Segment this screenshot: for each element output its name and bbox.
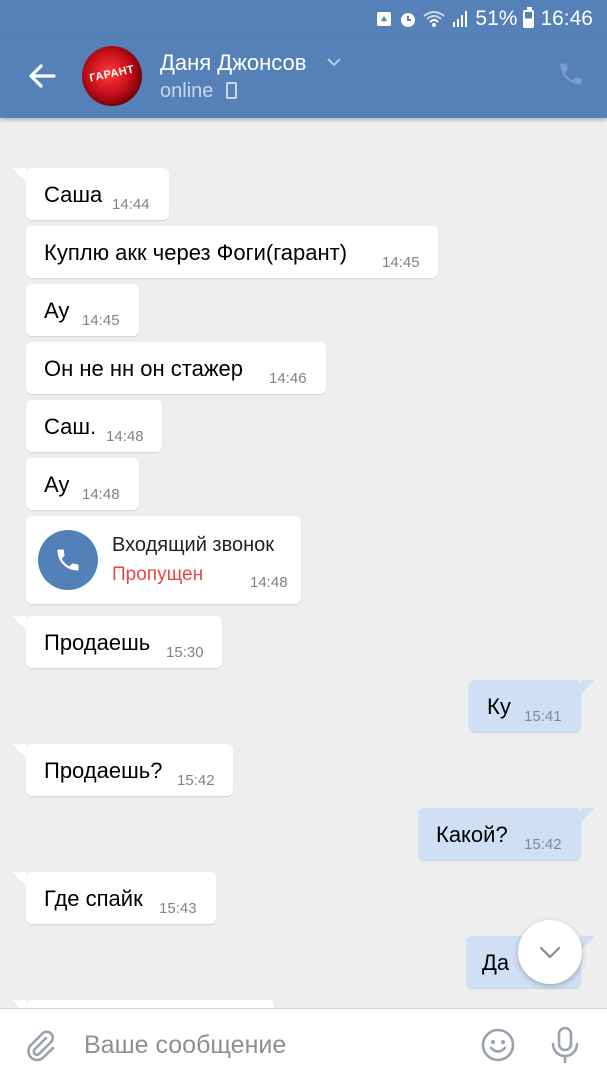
- message-time: 15:43: [159, 900, 197, 917]
- battery-percent: 51%: [475, 7, 518, 30]
- wifi-icon: [423, 11, 446, 27]
- message-bubble-incoming-partial[interactable]: [12, 1000, 274, 1008]
- arrow-left-icon[interactable]: [24, 58, 60, 94]
- message-text: Какой?: [436, 822, 508, 847]
- message-bubble-incoming[interactable]: Ау 14:45: [26, 284, 139, 336]
- message-bubble-outgoing[interactable]: Какой? 15:42: [418, 808, 595, 860]
- status-time: 16:46: [540, 7, 593, 30]
- message-text: Саш.: [44, 414, 97, 439]
- message-time: 15:42: [524, 836, 562, 853]
- avatar-logo-text: ГАРАНТ: [88, 63, 136, 85]
- message-text: Продаешь: [44, 630, 151, 655]
- paperclip-icon[interactable]: [22, 1027, 58, 1063]
- microphone-icon[interactable]: [548, 1025, 582, 1065]
- missed-call-bubble[interactable]: Входящий звонок Пропущен 14:48: [26, 516, 301, 604]
- message-time: 14:48: [82, 486, 120, 503]
- message-text: Ку: [487, 694, 511, 719]
- alarm-icon: [401, 13, 416, 27]
- message-bubble-incoming[interactable]: Где спайк 15:43: [12, 872, 216, 924]
- phone-icon: [57, 549, 79, 571]
- message-bubble-incoming[interactable]: Ау 14:48: [26, 458, 139, 510]
- recycle-icon: [377, 12, 392, 26]
- message-time: 15:42: [177, 772, 215, 789]
- call-status: Пропущен: [112, 564, 204, 585]
- phone-icon[interactable]: [557, 60, 585, 88]
- message-text: Да: [482, 950, 510, 975]
- message-input-bar: [0, 1008, 607, 1080]
- message-bubble-incoming[interactable]: Он не нн он стажер 14:46: [26, 342, 326, 394]
- message-bubble-incoming[interactable]: Куплю акк через Фоги(гарант) 14:45: [26, 226, 438, 278]
- message-text: Куплю акк через Фоги(гарант): [44, 240, 348, 265]
- chevron-down-icon[interactable]: [326, 56, 342, 68]
- message-bubble-incoming[interactable]: Саш. 14:48: [26, 400, 162, 452]
- avatar[interactable]: ГАРАНТ: [82, 46, 142, 106]
- contact-name[interactable]: Даня Джонсов: [160, 50, 306, 76]
- battery-icon: [523, 7, 535, 28]
- message-time: 14:48: [250, 574, 288, 591]
- message-text: Продаешь?: [44, 758, 163, 783]
- signal-icon: [453, 11, 468, 27]
- chevron-down-icon: [539, 946, 561, 959]
- message-time: 14:46: [269, 370, 307, 387]
- call-button[interactable]: [38, 530, 98, 590]
- message-time: 15:41: [524, 708, 562, 725]
- message-time: 15:30: [166, 644, 204, 661]
- mobile-online-icon: [226, 82, 237, 99]
- message-bubble-incoming[interactable]: Саша 14:44: [12, 168, 169, 220]
- message-list[interactable]: Саша 14:44 Куплю акк через Фоги(гарант) …: [0, 118, 607, 1008]
- message-bubble-outgoing[interactable]: Ку 15:41: [469, 680, 595, 732]
- status-bar: 51% 16:46: [0, 0, 607, 38]
- message-time: 14:45: [82, 312, 120, 329]
- message-text: Он не нн он стажер: [44, 356, 244, 381]
- emoji-icon[interactable]: [480, 1027, 516, 1063]
- message-bubble-incoming[interactable]: Продаешь 15:30: [12, 616, 222, 668]
- call-title: Входящий звонок: [112, 534, 275, 556]
- message-text: Ау: [44, 298, 70, 323]
- message-text: Саша: [44, 182, 103, 207]
- message-time: 14:44: [112, 196, 150, 213]
- message-bubble-incoming[interactable]: Продаешь? 15:42: [12, 744, 233, 796]
- message-input[interactable]: [84, 1025, 454, 1065]
- message-text: Где спайк: [44, 886, 143, 911]
- scroll-to-bottom-button[interactable]: [518, 920, 582, 984]
- contact-status: online: [160, 80, 214, 102]
- message-time: 14:48: [106, 428, 144, 445]
- message-time: 14:45: [382, 254, 420, 271]
- chat-header: ГАРАНТ Даня Джонсов online: [0, 38, 607, 118]
- message-text: Ау: [44, 472, 70, 497]
